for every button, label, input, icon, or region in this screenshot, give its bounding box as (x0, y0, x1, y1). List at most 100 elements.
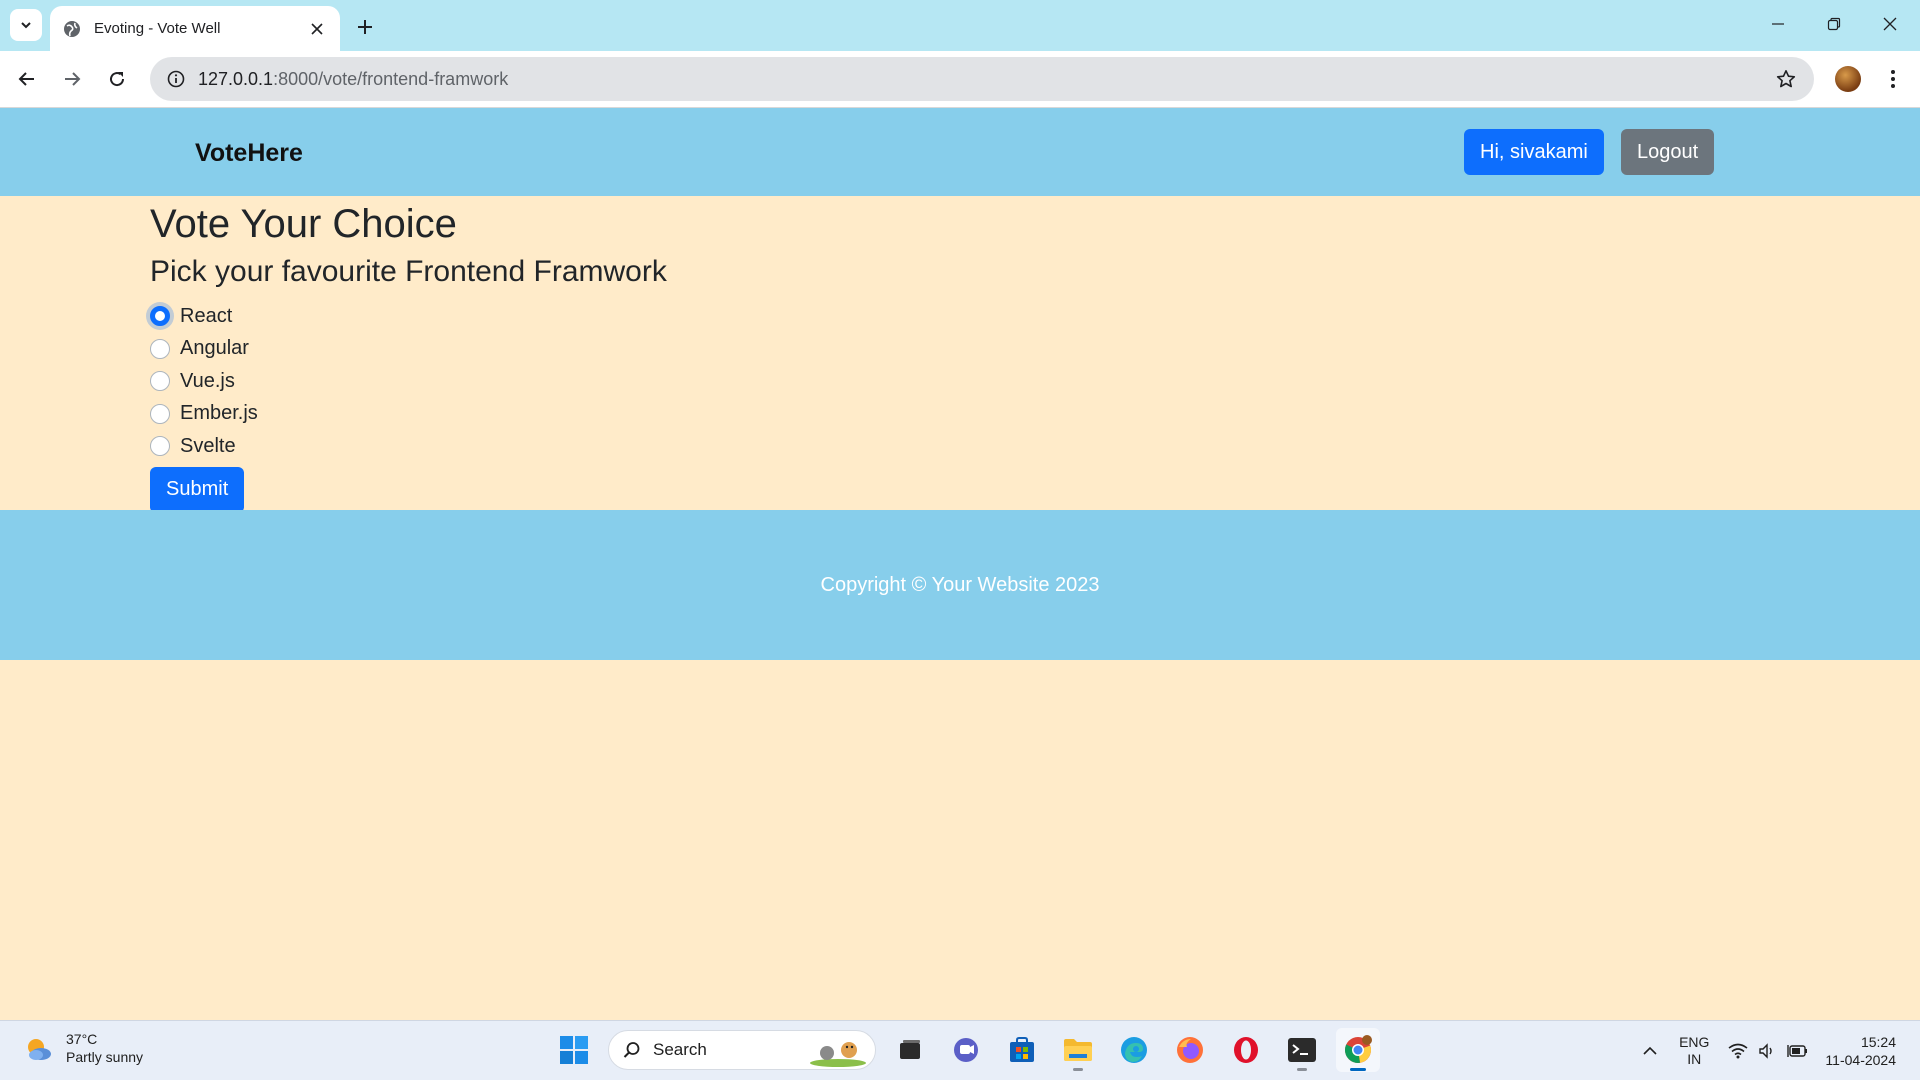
poll-option-ember[interactable]: Ember.js (150, 398, 1750, 431)
battery-icon[interactable] (1785, 1038, 1811, 1064)
store-icon (1010, 1037, 1034, 1062)
start-button[interactable] (552, 1028, 596, 1072)
tab-title: Evoting - Vote Well (94, 20, 221, 37)
forward-button[interactable] (55, 62, 89, 96)
poll-section: Vote Your Choice Pick your favourite Fro… (150, 196, 1750, 513)
minimize-icon (1772, 23, 1784, 25)
running-indicator (1350, 1068, 1366, 1071)
url-path: :8000/vote/frontend-framwork (273, 68, 509, 89)
opera-app[interactable] (1224, 1028, 1268, 1072)
footer-copyright: Copyright © Your Website 2023 (820, 573, 1100, 596)
windows-taskbar: 37°C Partly sunny Search ENG IN 15:24 11… (0, 1020, 1920, 1080)
edge-browser-app[interactable] (1112, 1028, 1156, 1072)
site-brand[interactable]: VoteHere (195, 139, 303, 168)
partly-sunny-icon (22, 1033, 54, 1065)
chrome-app[interactable] (1336, 1028, 1380, 1072)
radio-svelte[interactable] (150, 436, 170, 457)
poll-options: React Angular Vue.js Ember.js Svelte (150, 300, 1750, 463)
windows-logo-icon (560, 1036, 588, 1064)
firefox-icon (1177, 1037, 1203, 1063)
close-icon (1883, 17, 1897, 31)
volume-icon[interactable] (1755, 1038, 1781, 1064)
chat-icon (954, 1038, 978, 1062)
chevron-down-icon (21, 22, 31, 29)
weather-desc: Partly sunny (66, 1048, 144, 1065)
task-view-icon (900, 1040, 920, 1059)
microsoft-store-app[interactable] (1000, 1028, 1044, 1072)
url-host: 127.0.0.1 (198, 68, 274, 89)
option-label: React (180, 304, 233, 327)
weather-temp: 37°C (66, 1031, 98, 1047)
reload-button[interactable] (100, 62, 134, 96)
option-label: Angular (180, 337, 249, 360)
browser-menu-button[interactable] (1878, 62, 1908, 96)
chrome-icon (1345, 1035, 1372, 1063)
arrow-right-icon (65, 72, 81, 86)
terminal-icon (1288, 1038, 1316, 1062)
folder-icon (1064, 1039, 1092, 1061)
arrow-left-icon (18, 72, 34, 86)
tab-search-button[interactable] (10, 9, 42, 41)
taskbar-apps: Search (552, 1028, 1380, 1072)
task-view-button[interactable] (888, 1028, 932, 1072)
option-label: Ember.js (180, 402, 258, 425)
taskbar-search[interactable]: Search (608, 1030, 876, 1070)
browser-tab-strip: Evoting - Vote Well (0, 0, 1920, 51)
site-footer: Copyright © Your Website 2023 (0, 510, 1920, 660)
opera-icon (1234, 1037, 1258, 1063)
bookmark-star-icon[interactable] (1772, 65, 1800, 93)
submit-button[interactable]: Submit (150, 466, 245, 513)
logout-button[interactable]: Logout (1621, 129, 1715, 175)
browser-tab[interactable]: Evoting - Vote Well (50, 6, 340, 51)
address-bar[interactable]: 127.0.0.1:8000/vote/frontend-framwork (150, 57, 1814, 101)
option-label: Svelte (180, 434, 236, 457)
search-highlight-icon (810, 1042, 866, 1067)
firefox-app[interactable] (1168, 1028, 1212, 1072)
language-indicator[interactable]: ENG IN (1679, 1034, 1709, 1069)
running-indicator (1073, 1068, 1083, 1071)
system-tray: ENG IN 15:24 11-04-2024 (1635, 1021, 1920, 1080)
poll-option-svelte[interactable]: Svelte (150, 430, 1750, 463)
user-greeting-button[interactable]: Hi, sivakami (1464, 129, 1604, 175)
close-window-button[interactable] (1862, 0, 1918, 48)
browser-toolbar: 127.0.0.1:8000/vote/frontend-framwork (0, 51, 1920, 108)
plus-icon (358, 20, 372, 34)
weather-widget[interactable]: 37°C Partly sunny (22, 1031, 143, 1066)
site-info-icon[interactable] (164, 67, 188, 91)
edge-icon (1121, 1037, 1147, 1063)
page-title: Vote Your Choice (150, 202, 457, 246)
clock-time: 15:24 (1860, 1033, 1896, 1050)
poll-question: Pick your favourite Frontend Framwork (150, 255, 667, 288)
radio-angular[interactable] (150, 338, 170, 359)
new-tab-button[interactable] (350, 12, 380, 42)
minimize-button[interactable] (1750, 0, 1806, 48)
running-indicator (1297, 1068, 1307, 1071)
terminal-app[interactable] (1280, 1028, 1324, 1072)
site-navbar: VoteHere Hi, sivakami Logout (0, 108, 1920, 196)
poll-option-vue[interactable]: Vue.js (150, 365, 1750, 398)
restore-button[interactable] (1806, 0, 1862, 48)
poll-option-angular[interactable]: Angular (150, 333, 1750, 366)
clock[interactable]: 15:24 11-04-2024 (1825, 1033, 1896, 1069)
clock-date: 11-04-2024 (1825, 1052, 1896, 1068)
chevron-up-icon (1643, 1046, 1657, 1055)
radio-react[interactable] (150, 306, 170, 327)
profile-avatar[interactable] (1835, 66, 1861, 92)
file-explorer-app[interactable] (1056, 1028, 1100, 1072)
option-label: Vue.js (180, 369, 235, 392)
show-hidden-icons-button[interactable] (1637, 1038, 1663, 1064)
wifi-icon[interactable] (1725, 1038, 1751, 1064)
radio-ember[interactable] (150, 403, 170, 424)
search-label: Search (653, 1040, 707, 1059)
teams-chat-app[interactable] (944, 1028, 988, 1072)
close-icon[interactable] (306, 18, 328, 40)
lang-region: IN (1687, 1051, 1702, 1067)
radio-vue[interactable] (150, 371, 170, 392)
poll-option-react[interactable]: React (150, 300, 1750, 333)
back-button[interactable] (10, 62, 44, 96)
restore-icon (1827, 17, 1841, 31)
url-text[interactable]: 127.0.0.1:8000/vote/frontend-framwork (198, 69, 1772, 90)
reload-icon (110, 72, 125, 87)
more-vert-icon (1891, 70, 1895, 88)
search-icon (623, 1042, 640, 1058)
